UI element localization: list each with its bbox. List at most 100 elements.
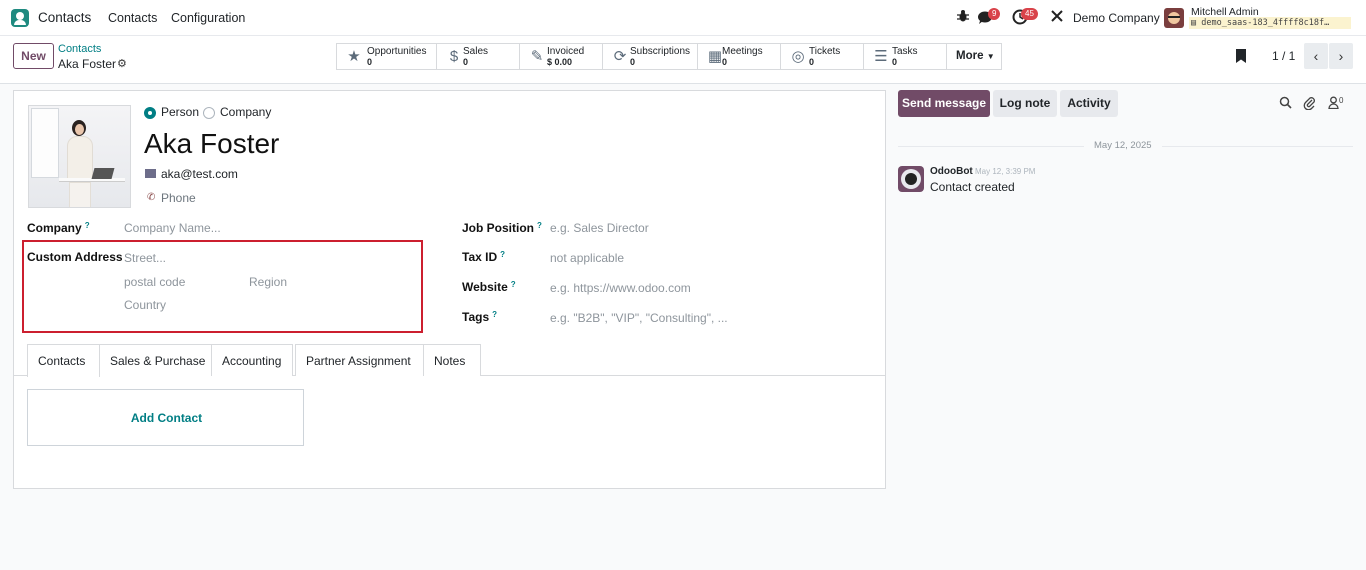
smart-button-sales[interactable]: $ Sales 0 [437,44,520,69]
smart-button-meetings[interactable]: ▦ Meetings 0 [698,44,781,69]
form-sheet: Person Company Aka Foster aka@test.com ✆… [13,90,886,489]
dollar-icon: $ [449,48,459,65]
smart-button-value: 0 [892,57,898,67]
help-tooltip[interactable]: ? [511,280,516,289]
smart-button-value: 0 [367,57,373,67]
activities-badge: 45 [1021,8,1038,20]
send-message-button[interactable]: Send message [898,90,990,117]
smart-button-tickets[interactable]: ◎ Tickets 0 [781,44,864,69]
star-icon: ★ [347,48,361,65]
envelope-icon [145,169,156,178]
date-separator: May 12, 2025 [898,140,1353,152]
switch-company-tools-icon[interactable] [1050,9,1066,25]
bookmark-icon[interactable] [1236,49,1246,63]
job-position-input[interactable]: e.g. Sales Director [550,221,649,235]
email-field[interactable]: aka@test.com [161,167,238,181]
menu-configuration[interactable]: Configuration [171,11,245,25]
help-tooltip[interactable]: ? [492,310,497,319]
help-tooltip[interactable]: ? [500,250,505,259]
smart-button-tasks[interactable]: ☰ Tasks 0 [864,44,947,69]
followers-button[interactable]: 0 [1328,96,1343,112]
phone-field[interactable]: Phone [161,191,196,205]
tasks-icon: ☰ [874,48,888,65]
street-input[interactable]: Street... [124,251,166,265]
search-icon[interactable] [1279,96,1292,112]
gear-icon[interactable]: ⚙ [117,57,127,70]
tags-input[interactable]: e.g. "B2B", "VIP", "Consulting", ... [550,311,728,325]
pager-previous-button[interactable]: ‹ [1304,43,1328,69]
smart-button-label: Sales [463,46,489,57]
menu-contacts[interactable]: Contacts [108,11,157,25]
chevron-left-icon: ‹ [1313,48,1319,64]
website-label: Website? [462,280,516,294]
top-navbar: Contacts Contacts Configuration 9 45 Dem… [0,0,1366,36]
more-dropdown[interactable]: More ▼ [947,44,1001,69]
smart-button-value: 0 [630,57,636,67]
tab-sales-purchase[interactable]: Sales & Purchase [99,344,212,376]
tab-partner-assignment[interactable]: Partner Assignment [295,344,424,376]
notebook-tabs: Contacts Sales & Purchase Accounting Par… [14,344,885,377]
job-label-text: Job Position [462,221,534,235]
log-note-button[interactable]: Log note [993,90,1057,117]
contact-name-field[interactable]: Aka Foster [144,128,279,160]
database-name: ▤ demo_saas-183_4ffff8c18f… [1189,17,1351,29]
lifebuoy-icon: ◎ [791,48,805,65]
help-tooltip[interactable]: ? [537,221,542,230]
odoobot-avatar[interactable] [898,166,924,192]
app-name[interactable]: Contacts [38,10,91,25]
followers-count: 0 [1339,96,1344,105]
invoice-icon: ✎ [530,48,544,65]
smart-button-value: $ 0.00 [547,57,573,67]
smart-button-invoiced[interactable]: ✎ Invoiced $ 0.00 [520,44,603,69]
website-input[interactable]: e.g. https://www.odoo.com [550,281,691,295]
tab-notes[interactable]: Notes [423,344,481,376]
smart-button-label: Tasks [892,46,918,57]
smart-button-label: Tickets [809,46,841,57]
breadcrumb-current: Aka Foster [58,57,117,71]
custom-address-label: Custom Address [27,250,123,264]
contact-photo[interactable] [28,105,131,208]
smart-button-value: 0 [809,57,815,67]
pager-next-button[interactable]: › [1329,43,1353,69]
paperclip-icon[interactable] [1303,96,1316,113]
smart-button-subscriptions[interactable]: ⟳ Subscriptions 0 [603,44,698,69]
debug-bug-icon[interactable] [956,9,972,25]
user-icon [1328,96,1339,110]
tags-label: Tags? [462,310,497,324]
smart-button-value: 0 [463,57,469,67]
add-contact-button[interactable]: Add Contact [27,389,304,446]
company-label-text: Company [27,221,82,235]
company-switcher[interactable]: Demo Company [1073,11,1160,25]
radio-company[interactable] [203,107,215,119]
company-input[interactable]: Company Name... [124,221,221,235]
breadcrumb-contacts[interactable]: Contacts [58,43,101,55]
radio-person[interactable] [144,107,156,119]
postal-code-input[interactable]: postal code [124,275,185,289]
add-contact-label: Add Contact [130,411,203,425]
user-avatar[interactable] [1164,8,1184,28]
more-label: More ▼ [956,50,995,62]
more-label-text: More [956,50,984,62]
new-button[interactable]: New [13,43,54,69]
message-author[interactable]: OdooBot [930,166,973,177]
radio-company-label[interactable]: Company [220,105,271,119]
help-tooltip[interactable]: ? [85,221,90,230]
message-timestamp: May 12, 3:39 PM [975,167,1036,176]
pager-value[interactable]: 1 / 1 [1272,49,1295,63]
tab-contacts[interactable]: Contacts [27,344,100,377]
website-label-text: Website [462,280,508,294]
job-position-label: Job Position? [462,221,542,235]
message-body: Contact created [930,180,1015,194]
country-input[interactable]: Country [124,298,166,312]
contacts-app-icon[interactable] [11,9,29,27]
tax-id-input[interactable]: not applicable [550,251,624,265]
smart-button-opportunities[interactable]: ★ Opportunities 0 [337,44,437,69]
activity-button[interactable]: Activity [1060,90,1118,117]
tab-accounting[interactable]: Accounting [211,344,293,376]
date-separator-label: May 12, 2025 [1084,140,1162,151]
region-input[interactable]: Region [249,275,287,289]
radio-person-label[interactable]: Person [161,105,199,119]
smart-button-value: 0 [722,57,728,67]
smart-button-label: Invoiced [547,46,585,57]
caret-down-icon: ▼ [986,52,995,61]
